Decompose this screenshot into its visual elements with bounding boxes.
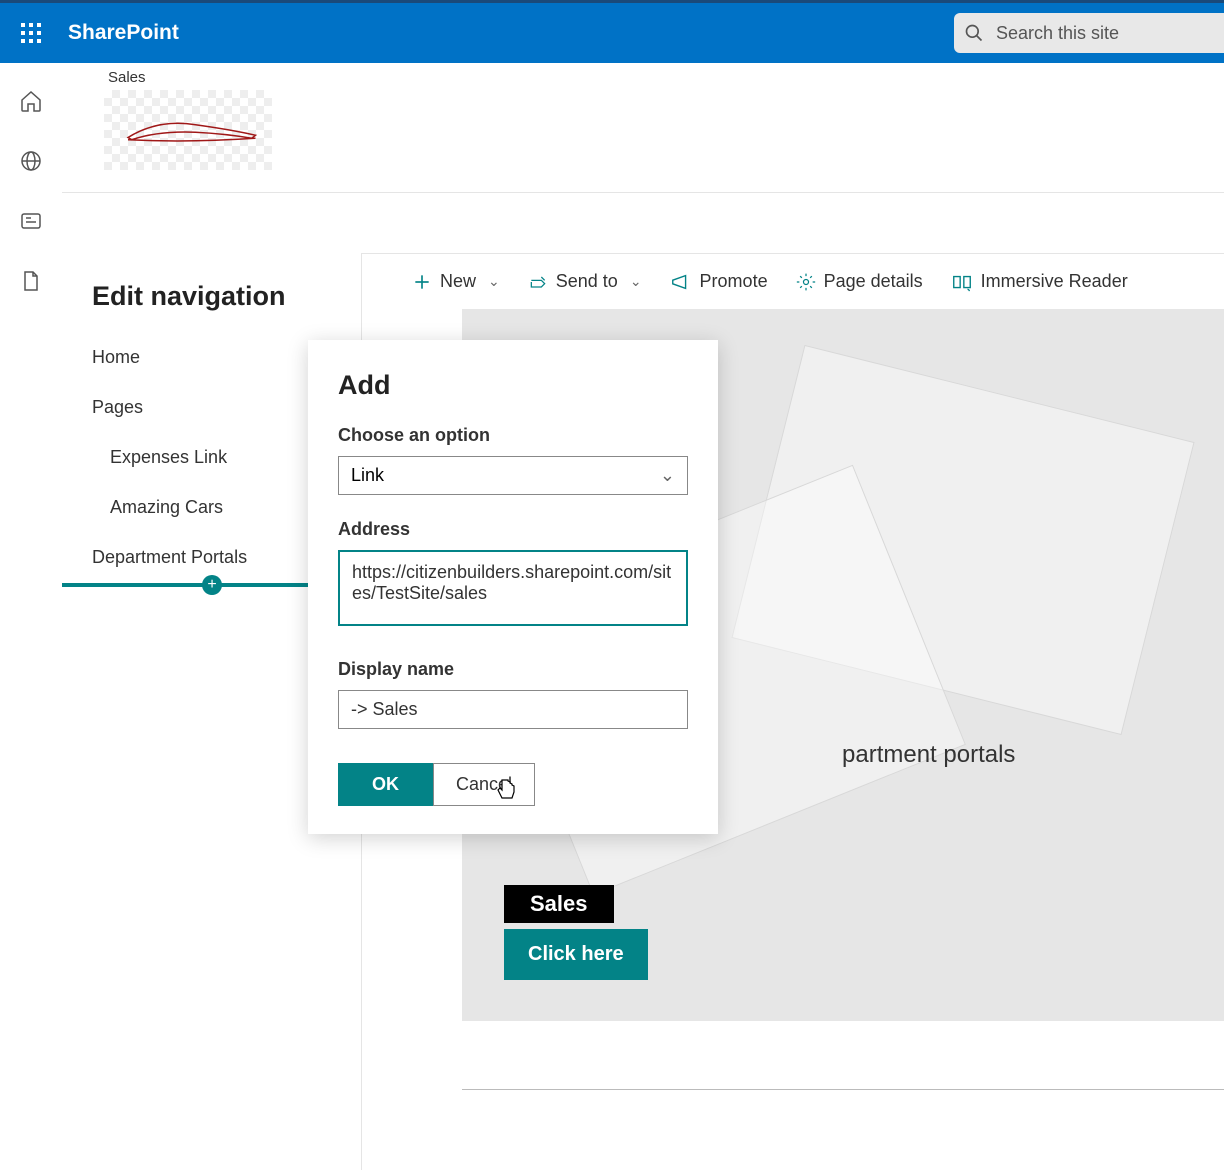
page-details-label: Page details (824, 271, 923, 292)
ok-button[interactable]: OK (338, 763, 433, 806)
brand-label: SharePoint (68, 21, 179, 45)
suite-bar: SharePoint (0, 3, 1224, 63)
page-heading-fragment: partment portals (842, 741, 1015, 769)
nav-insert-plus-icon[interactable]: + (202, 575, 222, 595)
site-title: Sales (108, 69, 1224, 86)
nav-item-label: Expenses Link (110, 447, 227, 468)
new-label: New (440, 271, 476, 292)
immersive-reader-button[interactable]: Immersive Reader (937, 263, 1142, 300)
immersive-reader-label: Immersive Reader (981, 271, 1128, 292)
address-label: Address (338, 519, 688, 540)
megaphone-icon (670, 272, 692, 292)
section-divider (462, 1089, 1224, 1090)
gear-icon (796, 272, 816, 292)
site-header: Sales (62, 63, 1224, 193)
site-logo[interactable] (104, 90, 272, 170)
send-to-label: Send to (556, 271, 618, 292)
home-icon[interactable] (19, 89, 43, 113)
display-name-input[interactable] (338, 690, 688, 729)
file-icon[interactable] (19, 269, 43, 293)
option-label: Choose an option (338, 425, 688, 446)
chevron-down-icon: ⌄ (630, 273, 642, 290)
new-button[interactable]: New ⌄ (398, 263, 514, 300)
plus-icon (412, 272, 432, 292)
share-icon (528, 272, 548, 292)
news-icon[interactable] (19, 209, 43, 233)
nav-item-label: Amazing Cars (110, 497, 223, 518)
address-input[interactable] (338, 550, 688, 626)
send-to-button[interactable]: Send to ⌄ (514, 263, 656, 300)
click-here-button[interactable]: Click here (504, 929, 648, 980)
cancel-button[interactable]: Cancel (433, 763, 535, 806)
dialog-title: Add (338, 370, 688, 401)
nav-item-label: Department Portals (92, 547, 247, 568)
promote-label: Promote (700, 271, 768, 292)
waffle-icon (21, 23, 41, 43)
nav-panel-title: Edit navigation (62, 253, 361, 332)
nav-item-label: Home (92, 347, 140, 368)
command-bar: New ⌄ Send to ⌄ Promote Page details Imm… (362, 253, 1224, 309)
sales-badge: Sales (504, 885, 614, 923)
page-details-button[interactable]: Page details (782, 263, 937, 300)
promote-button[interactable]: Promote (656, 263, 782, 300)
immersive-reader-icon (951, 272, 973, 292)
globe-icon[interactable] (19, 149, 43, 173)
nav-item-label: Pages (92, 397, 143, 418)
search-box[interactable] (954, 13, 1224, 53)
chevron-down-icon: ⌄ (488, 273, 500, 290)
display-name-label: Display name (338, 659, 688, 680)
search-input[interactable] (996, 23, 1186, 44)
option-value: Link (351, 465, 384, 486)
search-icon (964, 23, 984, 43)
option-select[interactable]: Link ⌄ (338, 456, 688, 495)
add-link-dialog: Add Choose an option Link ⌄ Address Disp… (308, 340, 718, 834)
app-launcher-button[interactable] (0, 3, 62, 63)
chevron-down-icon: ⌄ (660, 465, 675, 486)
left-rail (0, 63, 62, 1170)
